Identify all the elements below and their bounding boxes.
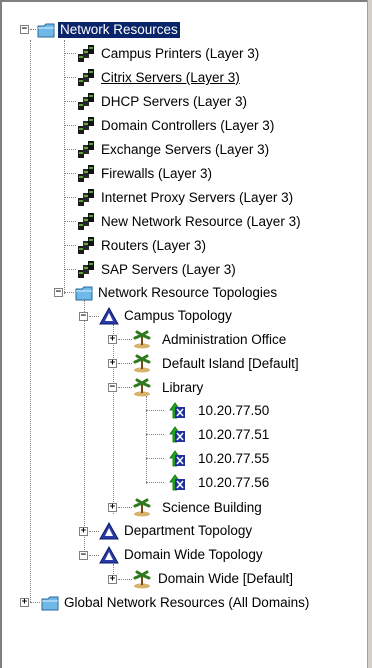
network-group-icon xyxy=(78,165,94,182)
network-group-icon xyxy=(78,93,94,110)
tree-item-resource-group[interactable]: Exchange Servers (Layer 3) xyxy=(99,142,271,158)
tree-item-resource-group[interactable]: DHCP Servers (Layer 3) xyxy=(99,94,249,110)
tree-item-resource-group[interactable]: New Network Resource (Layer 3) xyxy=(99,214,303,230)
tree-item-campus-topology[interactable]: Campus Topology xyxy=(122,308,234,324)
resource-tree: − Network Resources Campus Printers (Lay… xyxy=(0,0,368,668)
domain-wide-default-expander[interactable]: + xyxy=(108,575,117,584)
island-icon xyxy=(133,570,151,589)
tree-item-resource-group[interactable]: Citrix Servers (Layer 3) xyxy=(99,70,242,86)
network-group-icon xyxy=(78,261,94,278)
tree-item-host[interactable]: 10.20.77.56 xyxy=(196,475,271,491)
tree-item-domain-wide-default[interactable]: Domain Wide [Default] xyxy=(156,571,295,587)
island-icon xyxy=(133,330,151,349)
island-icon xyxy=(133,354,151,373)
tree-item-resource-group[interactable]: SAP Servers (Layer 3) xyxy=(99,262,238,278)
tree-item-host[interactable]: 10.20.77.50 xyxy=(196,403,271,419)
host-icon xyxy=(169,402,185,419)
tree-item-resource-group[interactable]: Campus Printers (Layer 3) xyxy=(99,46,261,62)
network-group-icon xyxy=(78,117,94,134)
island-expander[interactable]: + xyxy=(108,359,117,368)
host-icon xyxy=(169,450,185,467)
tree-item-global-network-resources[interactable]: Global Network Resources (All Domains) xyxy=(62,595,311,611)
island-expander[interactable]: + xyxy=(108,503,117,512)
network-group-icon xyxy=(78,45,94,62)
tree-item-department-topology[interactable]: Department Topology xyxy=(122,523,254,539)
tree-item-island[interactable]: Default Island [Default] xyxy=(160,356,301,372)
tree-item-island[interactable]: Science Building xyxy=(160,500,264,516)
network-group-icon xyxy=(78,213,94,230)
network-group-icon xyxy=(78,69,94,86)
root-expander[interactable]: − xyxy=(20,25,29,34)
folder-icon xyxy=(37,23,55,38)
host-icon xyxy=(169,474,185,491)
tree-item-island[interactable]: Administration Office xyxy=(160,332,288,348)
island-expander[interactable]: + xyxy=(108,335,117,344)
global-resources-expander[interactable]: + xyxy=(20,598,29,607)
topology-icon xyxy=(99,521,119,540)
network-group-icon xyxy=(78,141,94,158)
island-icon xyxy=(133,378,151,397)
tree-item-resource-group[interactable]: Routers (Layer 3) xyxy=(99,238,208,254)
network-group-icon xyxy=(78,189,94,206)
tree-item-host[interactable]: 10.20.77.55 xyxy=(196,451,271,467)
campus-topology-expander[interactable]: − xyxy=(79,312,88,321)
folder-icon xyxy=(75,286,93,301)
tree-item-resource-group[interactable]: Internet Proxy Servers (Layer 3) xyxy=(99,190,295,206)
tree-item-resource-group[interactable]: Domain Controllers (Layer 3) xyxy=(99,118,276,134)
island-icon xyxy=(133,498,151,517)
host-icon xyxy=(169,426,185,443)
tree-item-island[interactable]: Library xyxy=(160,380,205,396)
topology-icon xyxy=(99,306,119,325)
tree-item-network-resources[interactable]: Network Resources xyxy=(58,22,180,38)
tree-item-host[interactable]: 10.20.77.51 xyxy=(196,427,271,443)
folder-icon xyxy=(41,596,59,611)
topology-icon xyxy=(99,545,119,564)
tree-item-domain-wide-topology[interactable]: Domain Wide Topology xyxy=(122,547,265,563)
network-group-icon xyxy=(78,237,94,254)
tree-item-resource-group[interactable]: Firewalls (Layer 3) xyxy=(99,166,214,182)
tree-item-network-resource-topologies[interactable]: Network Resource Topologies xyxy=(96,285,279,301)
department-topology-expander[interactable]: + xyxy=(79,527,88,536)
topologies-expander[interactable]: − xyxy=(54,288,63,297)
island-expander[interactable]: − xyxy=(108,383,117,392)
domain-wide-topology-expander[interactable]: − xyxy=(79,551,88,560)
